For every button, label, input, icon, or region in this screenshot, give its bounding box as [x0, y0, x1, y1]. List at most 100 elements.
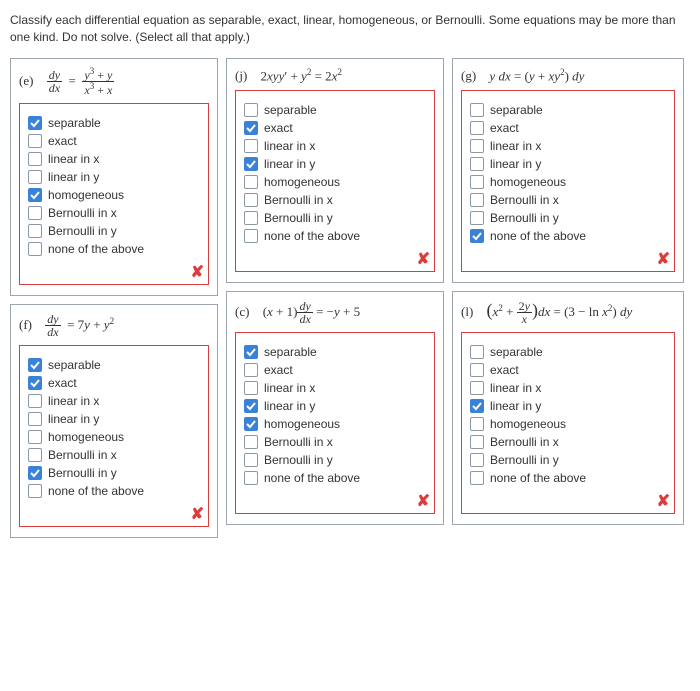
problem-l: (l) (x2 + 2yx)dx = (3 − ln x2) dy separa…: [452, 291, 684, 525]
col-1: (e) dydx = y3 + yx3 + x separable exact …: [10, 58, 218, 538]
checkbox[interactable]: [470, 471, 484, 485]
checkbox[interactable]: [470, 363, 484, 377]
checkbox[interactable]: [28, 188, 42, 202]
checkbox[interactable]: [244, 381, 258, 395]
checkbox[interactable]: [470, 139, 484, 153]
equation-f: (f) dydx = 7y + y2: [19, 313, 209, 339]
checkbox[interactable]: [470, 157, 484, 171]
checkbox[interactable]: [470, 229, 484, 243]
equation-l: (l) (x2 + 2yx)dx = (3 − ln x2) dy: [461, 300, 675, 326]
option-label: Bernoulli in y: [490, 453, 559, 467]
checkbox[interactable]: [244, 121, 258, 135]
checkbox[interactable]: [244, 211, 258, 225]
checkbox[interactable]: [470, 417, 484, 431]
checkbox[interactable]: [28, 466, 42, 480]
option-label: linear in y: [48, 170, 99, 184]
option-label: Bernoulli in y: [264, 453, 333, 467]
option-label: linear in x: [264, 381, 315, 395]
checkbox[interactable]: [244, 229, 258, 243]
checkbox[interactable]: [28, 430, 42, 444]
checkbox[interactable]: [470, 435, 484, 449]
option-label: exact: [264, 121, 293, 135]
option-label: separable: [48, 116, 101, 130]
col-2: (j) 2xyy′ + y2 = 2x2 separable exact lin…: [226, 58, 444, 526]
checkbox[interactable]: [470, 103, 484, 117]
option-label: linear in x: [490, 139, 541, 153]
option-label: exact: [490, 363, 519, 377]
checkbox[interactable]: [470, 453, 484, 467]
checkbox[interactable]: [470, 121, 484, 135]
checkbox[interactable]: [244, 157, 258, 171]
equation-e: (e) dydx = y3 + yx3 + x: [19, 67, 209, 97]
option-label: linear in x: [48, 152, 99, 166]
checkbox[interactable]: [28, 170, 42, 184]
option-label: linear in x: [48, 394, 99, 408]
checkbox[interactable]: [28, 116, 42, 130]
checkbox[interactable]: [28, 412, 42, 426]
option-label: linear in y: [264, 399, 315, 413]
checkbox[interactable]: [470, 399, 484, 413]
option-label: none of the above: [264, 229, 360, 243]
checkbox[interactable]: [28, 242, 42, 256]
equation-g: (g) y dx = (y + xy2) dy: [461, 67, 675, 84]
checkbox[interactable]: [244, 103, 258, 117]
checkbox[interactable]: [28, 206, 42, 220]
checkbox[interactable]: [28, 448, 42, 462]
option-label: separable: [48, 358, 101, 372]
checkbox[interactable]: [244, 193, 258, 207]
checkbox[interactable]: [244, 175, 258, 189]
checkbox[interactable]: [470, 345, 484, 359]
option-label: homogeneous: [490, 175, 566, 189]
option-label: Bernoulli in x: [264, 435, 333, 449]
checkbox[interactable]: [28, 394, 42, 408]
instructions-text: Classify each differential equation as s…: [10, 12, 690, 46]
option-label: linear in x: [264, 139, 315, 153]
option-label: separable: [264, 103, 317, 117]
option-label: linear in x: [490, 381, 541, 395]
option-label: exact: [264, 363, 293, 377]
option-label: separable: [490, 345, 543, 359]
checkbox[interactable]: [28, 152, 42, 166]
wrong-icon: ✘: [417, 491, 430, 511]
equation-c: (c) (x + 1)dydx = −y + 5: [235, 300, 435, 326]
problem-g: (g) y dx = (y + xy2) dy separable exact …: [452, 58, 684, 283]
checkbox[interactable]: [470, 193, 484, 207]
checkbox[interactable]: [28, 484, 42, 498]
option-label: Bernoulli in y: [264, 211, 333, 225]
option-label: separable: [264, 345, 317, 359]
answer-box-c: separable exact linear in x linear in y …: [235, 332, 435, 514]
option-label: Bernoulli in y: [48, 224, 117, 238]
checkbox[interactable]: [244, 363, 258, 377]
columns: (e) dydx = y3 + yx3 + x separable exact …: [10, 58, 690, 538]
checkbox[interactable]: [244, 345, 258, 359]
problem-c: (c) (x + 1)dydx = −y + 5 separable exact…: [226, 291, 444, 525]
checkbox[interactable]: [244, 471, 258, 485]
checkbox[interactable]: [28, 376, 42, 390]
answer-box-g: separable exact linear in x linear in y …: [461, 90, 675, 272]
wrong-icon: ✘: [657, 249, 670, 269]
option-label: none of the above: [48, 484, 144, 498]
checkbox[interactable]: [28, 358, 42, 372]
checkbox[interactable]: [470, 175, 484, 189]
option-label: homogeneous: [264, 417, 340, 431]
option-label: Bernoulli in x: [490, 435, 559, 449]
col-3: (g) y dx = (y + xy2) dy separable exact …: [452, 58, 684, 526]
checkbox[interactable]: [244, 435, 258, 449]
checkbox[interactable]: [470, 381, 484, 395]
checkbox[interactable]: [470, 211, 484, 225]
answer-box-l: separable exact linear in x linear in y …: [461, 332, 675, 514]
checkbox[interactable]: [244, 453, 258, 467]
answer-box-j: separable exact linear in x linear in y …: [235, 90, 435, 272]
checkbox[interactable]: [244, 139, 258, 153]
option-label: linear in y: [48, 412, 99, 426]
problem-j: (j) 2xyy′ + y2 = 2x2 separable exact lin…: [226, 58, 444, 283]
option-label: Bernoulli in y: [490, 211, 559, 225]
checkbox[interactable]: [28, 224, 42, 238]
checkbox[interactable]: [244, 399, 258, 413]
option-label: Bernoulli in x: [48, 206, 117, 220]
checkbox[interactable]: [244, 417, 258, 431]
option-label: exact: [48, 376, 77, 390]
option-label: none of the above: [48, 242, 144, 256]
option-label: exact: [490, 121, 519, 135]
checkbox[interactable]: [28, 134, 42, 148]
